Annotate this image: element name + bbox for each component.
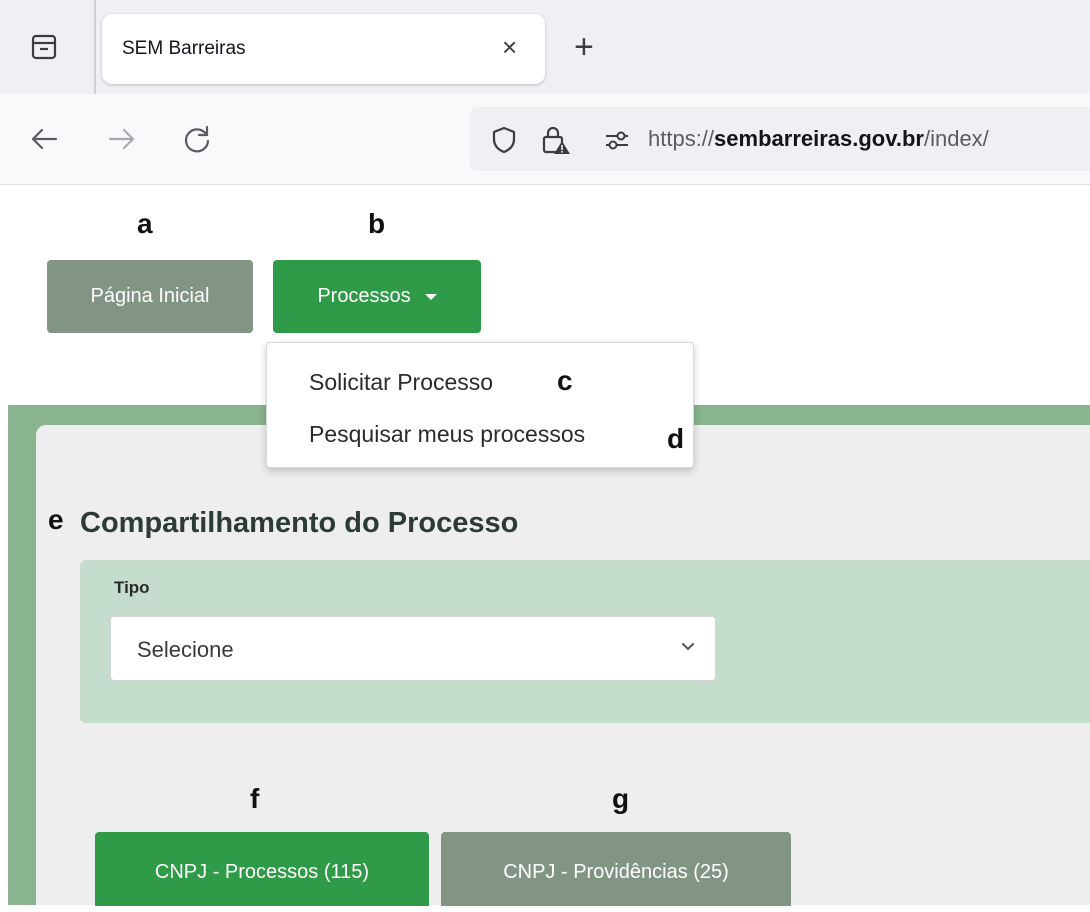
browser-tab[interactable]: SEM Barreiras × [102,14,545,84]
browser-tab-bar: SEM Barreiras × + [0,0,1090,94]
annotation-e: e [48,504,64,535]
chevron-down-icon [681,640,695,659]
annotation-a: a [137,208,153,239]
url-text: https://sembarreiras.gov.br/index/ [648,126,989,151]
annotation-d: d [667,423,685,454]
lock-warning-icon[interactable] [540,125,572,160]
tipo-select[interactable]: Selecione [110,616,716,681]
tab-cnpj-processes-label: CNPJ - Processos (115) [154,861,370,883]
annotation-c: c [557,365,573,396]
browser-nav-bar: https://sembarreiras.gov.br/index/ [0,94,1090,185]
processes-button-label: Processos [317,285,411,307]
tipo-select-value: Selecione [137,637,234,662]
permissions-icon[interactable] [602,125,632,160]
new-tab-icon[interactable]: + [574,30,594,64]
tab-cnpj-providences-label: CNPJ - Providências (25) [503,861,729,883]
home-button[interactable]: Página Inicial [47,260,253,333]
reload-icon[interactable] [180,122,214,164]
tab-title: SEM Barreiras [122,38,246,59]
annotation-f: f [250,783,260,814]
processes-dropdown-button[interactable]: Processos [273,260,481,333]
annotation-g: g [612,783,630,814]
home-button-label: Página Inicial [90,285,210,307]
menu-item-solicitar-processo[interactable]: Solicitar Processo [309,369,493,396]
section-title: Compartilhamento do Processo [80,507,519,539]
menu-item-pesquisar-processos[interactable]: Pesquisar meus processos [309,421,585,448]
url-bar[interactable]: https://sembarreiras.gov.br/index/ [470,107,1090,171]
tipo-label: Tipo [114,578,150,597]
processes-dropdown-menu: Solicitar Processo c Pesquisar meus proc… [266,342,694,468]
forward-icon[interactable] [104,122,138,164]
tab-cnpj-providences[interactable]: CNPJ - Providências (25) [441,832,791,906]
tab-close-icon[interactable]: × [502,32,517,62]
caret-down-icon [424,293,437,300]
back-icon[interactable] [28,122,62,164]
tab-cnpj-processes[interactable]: CNPJ - Processos (115) [95,832,429,906]
tab-separator [94,0,96,94]
tab-list-icon[interactable] [30,32,58,62]
annotation-b: b [368,208,386,239]
shield-icon[interactable] [490,125,518,160]
